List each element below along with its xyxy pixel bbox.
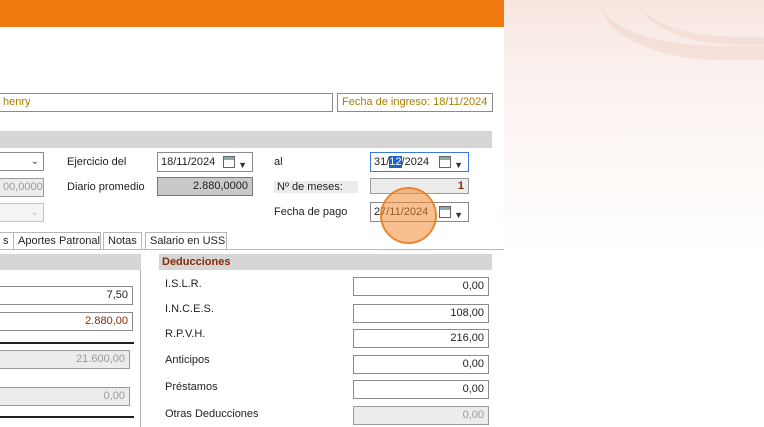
- anticipos-label: Anticipos: [165, 354, 210, 366]
- rpvh-label: R.P.V.H.: [165, 328, 206, 340]
- fecha-pago-date-text: 27/11/2024: [374, 206, 429, 218]
- background-decoration: [504, 0, 764, 427]
- salary-field[interactable]: 2.880,00: [0, 312, 133, 331]
- chevron-down-icon: ⌄: [30, 156, 39, 167]
- rpvh-field[interactable]: 216,00: [353, 329, 489, 348]
- fecha-pago-label: Fecha de pago: [274, 206, 348, 218]
- diario-promedio-label: Diario promedio: [67, 181, 145, 193]
- anticipos-field[interactable]: 0,00: [353, 355, 489, 374]
- separator-line: [0, 416, 134, 418]
- meses-field: 1: [370, 178, 469, 194]
- hire-date-field: Fecha de ingreso: 18/11/2024: [337, 93, 493, 112]
- tab-aportes-patronal[interactable]: Aportes Patronal: [13, 232, 101, 250]
- prestamos-field[interactable]: 0,00: [353, 380, 489, 399]
- tab-partial[interactable]: s: [0, 232, 14, 250]
- ejercicio-date-picker[interactable]: 18/11/2024 ▼: [157, 152, 253, 172]
- section-header-bar: [0, 131, 492, 148]
- tab-salario-uss[interactable]: Salario en USS: [145, 232, 227, 250]
- deducciones-header: Deducciones: [159, 254, 492, 270]
- islr-field[interactable]: 0,00: [353, 277, 489, 296]
- left-combo[interactable]: ⌄: [0, 152, 44, 171]
- al-date-day: 31/: [374, 156, 390, 168]
- al-date-picker[interactable]: 31/12/2024 ▼: [370, 152, 469, 172]
- ejercicio-label: Ejercicio del: [67, 156, 127, 168]
- amount-readonly-field: 00,0000: [0, 178, 44, 197]
- al-date-year: /2024: [401, 156, 430, 168]
- calendar-icon[interactable]: [223, 156, 235, 168]
- left-panel-header: [0, 254, 141, 270]
- al-date-month-selected: 12: [389, 156, 402, 168]
- tab-divider: [0, 249, 504, 250]
- main-window: henry Fecha de ingreso: 18/11/2024 ⌄ 00,…: [0, 0, 504, 427]
- otras-deducciones-label: Otras Deducciones: [165, 408, 259, 420]
- islr-label: I.S.L.R.: [165, 278, 202, 290]
- ejercicio-date-text: 18/11/2024: [161, 156, 216, 168]
- diario-promedio-field: 2.880,0000: [157, 177, 253, 196]
- days-field[interactable]: 7,50: [0, 286, 133, 305]
- dropdown-arrow-icon[interactable]: ▼: [454, 206, 463, 224]
- fecha-pago-date-picker[interactable]: 27/11/2024 ▼: [370, 202, 469, 222]
- other-field: 0,00: [0, 387, 130, 406]
- inces-label: I.N.C.E.S.: [165, 303, 214, 315]
- title-bar: [0, 0, 504, 27]
- employee-name-field[interactable]: henry: [0, 93, 333, 112]
- subtotal-field: 21.600,00: [0, 350, 130, 369]
- calendar-icon[interactable]: [439, 156, 451, 168]
- inces-field[interactable]: 108,00: [353, 304, 489, 323]
- dropdown-arrow-icon[interactable]: ▼: [454, 156, 463, 174]
- otras-deducciones-field: 0,00: [353, 406, 489, 425]
- dropdown-arrow-icon[interactable]: ▼: [238, 156, 247, 174]
- left-disabled-combo: ⌄: [0, 203, 44, 222]
- chevron-down-icon: ⌄: [30, 207, 39, 218]
- separator-line: [0, 342, 134, 344]
- prestamos-label: Préstamos: [165, 381, 218, 393]
- calendar-icon[interactable]: [439, 206, 451, 218]
- al-label: al: [274, 156, 283, 168]
- tab-notas[interactable]: Notas: [103, 232, 142, 250]
- meses-label: Nº de meses:: [274, 181, 358, 193]
